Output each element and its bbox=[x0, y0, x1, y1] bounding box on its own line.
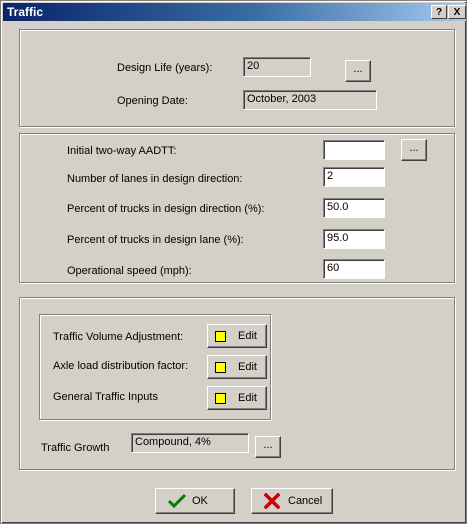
design-life-browse-button[interactable]: ... bbox=[345, 60, 371, 82]
edit-label: Edit bbox=[238, 392, 257, 404]
status-indicator-icon bbox=[215, 362, 226, 373]
axle-load-edit-button[interactable]: Edit bbox=[207, 355, 267, 379]
edit-label: Edit bbox=[238, 330, 257, 342]
title-bar[interactable]: Traffic ? X bbox=[3, 3, 466, 21]
traffic-dialog: Traffic ? X Design Life (years): 20 ... … bbox=[0, 0, 467, 524]
status-indicator-icon bbox=[215, 393, 226, 404]
traffic-growth-browse-button[interactable]: ... bbox=[255, 436, 281, 458]
lanes-input[interactable]: 2 bbox=[323, 167, 385, 187]
axle-load-label: Axle load distribution factor: bbox=[53, 360, 189, 372]
cancel-label: Cancel bbox=[288, 495, 323, 507]
design-life-field[interactable]: 20 bbox=[243, 57, 311, 77]
window-title: Traffic bbox=[7, 5, 44, 19]
volume-adjustment-edit-button[interactable]: Edit bbox=[207, 324, 267, 348]
aadtt-browse-button[interactable]: ... bbox=[401, 139, 427, 161]
opening-date-label: Opening Date: bbox=[117, 95, 188, 107]
edit-label: Edit bbox=[238, 361, 257, 373]
help-button[interactable]: ? bbox=[431, 5, 447, 19]
opening-date-field[interactable]: October, 2003 bbox=[243, 90, 377, 110]
general-inputs-label: General Traffic Inputs bbox=[53, 391, 158, 403]
volume-adjustment-label: Traffic Volume Adjustment: bbox=[53, 331, 184, 343]
aadtt-input[interactable] bbox=[323, 140, 385, 160]
pct-direction-label: Percent of trucks in design direction (%… bbox=[67, 203, 265, 215]
cancel-button[interactable]: Cancel bbox=[251, 488, 333, 514]
ok-button[interactable]: OK bbox=[155, 488, 235, 514]
general-inputs-edit-button[interactable]: Edit bbox=[207, 386, 267, 410]
design-life-group bbox=[19, 29, 455, 127]
close-button[interactable]: X bbox=[448, 5, 466, 19]
pct-lane-label: Percent of trucks in design lane (%): bbox=[67, 234, 244, 246]
ok-label: OK bbox=[192, 495, 208, 507]
aadtt-label: Initial two-way AADTT: bbox=[67, 145, 177, 157]
design-life-label: Design Life (years): bbox=[117, 62, 213, 74]
pct-direction-input[interactable]: 50.0 bbox=[323, 198, 385, 218]
pct-lane-input[interactable]: 95.0 bbox=[323, 229, 385, 249]
traffic-growth-field[interactable]: Compound, 4% bbox=[131, 433, 249, 453]
speed-input[interactable]: 60 bbox=[323, 259, 385, 279]
checkmark-icon bbox=[168, 493, 186, 509]
lanes-label: Number of lanes in design direction: bbox=[67, 173, 243, 185]
close-x-icon bbox=[264, 493, 280, 509]
status-indicator-icon bbox=[215, 331, 226, 342]
traffic-growth-label: Traffic Growth bbox=[41, 442, 110, 454]
speed-label: Operational speed (mph): bbox=[67, 265, 192, 277]
